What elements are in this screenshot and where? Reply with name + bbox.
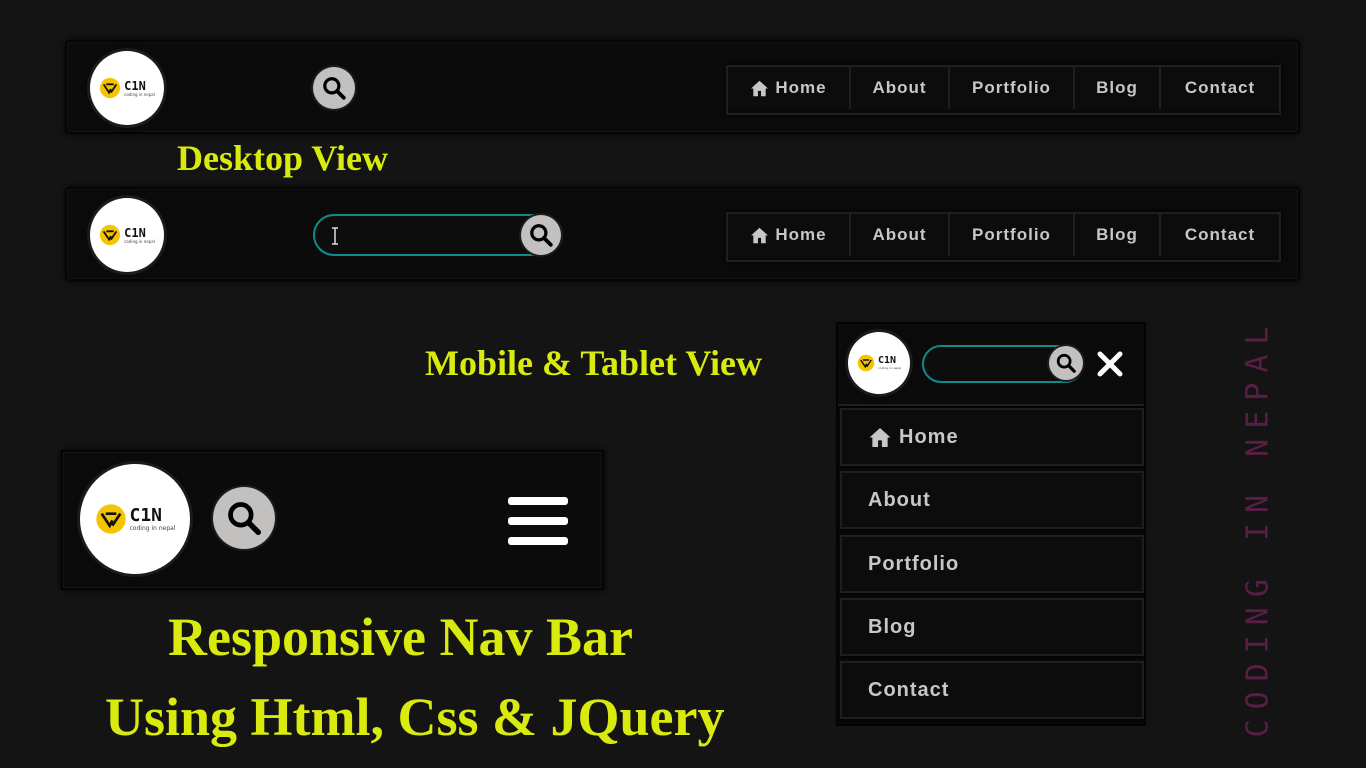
brand-logo[interactable]: C1N coding in nepal <box>90 198 164 272</box>
search-icon <box>1056 353 1076 373</box>
logo-text: C1N <box>129 504 163 526</box>
nav-item-contact[interactable]: Contact <box>1161 67 1279 109</box>
search-toggle-button[interactable] <box>313 67 355 109</box>
nav-item-label: Home <box>899 425 959 448</box>
mobile-navbar-collapsed: C1N coding in nepal <box>61 450 604 590</box>
logo-tagline: coding in nepal <box>878 366 901 370</box>
nav-item-about[interactable]: About <box>851 67 950 109</box>
nav-item-about[interactable]: About <box>840 471 1144 529</box>
logo-mark-icon <box>100 77 121 99</box>
brand-logo[interactable]: C1N coding in nepal <box>80 464 190 574</box>
search-submit-button[interactable] <box>1049 346 1083 380</box>
nav-item-label: Blog <box>1096 225 1138 244</box>
mobile-navbar-header: C1N coding in nepal <box>838 324 1144 406</box>
nav-item-about[interactable]: About <box>851 214 950 256</box>
logo-text: C1N <box>878 355 897 366</box>
logo-text: C1N <box>124 225 146 240</box>
nav-item-home[interactable]: Home <box>728 67 851 109</box>
nav-item-home[interactable]: Home <box>840 408 1144 466</box>
desktop-nav-menu: Home About Portfolio Blog Contact <box>726 65 1281 115</box>
nav-item-blog[interactable]: Blog <box>1075 67 1161 109</box>
nav-item-label: About <box>872 78 927 97</box>
hamburger-menu-icon[interactable] <box>507 495 569 549</box>
search-submit-button[interactable] <box>521 215 561 255</box>
mobile-navbar-expanded: C1N coding in nepal Home About Portfolio … <box>836 322 1146 726</box>
nav-item-label: Contact <box>868 678 950 701</box>
desktop-nav-menu: Home About Portfolio Blog Contact <box>726 212 1281 262</box>
search-icon <box>530 224 553 247</box>
nav-item-label: Contact <box>1184 225 1256 244</box>
logo-mark-icon <box>857 354 875 372</box>
home-icon <box>751 80 769 96</box>
nav-item-label: Home <box>775 225 827 244</box>
page-title-line2: Using Html, Css & JQuery <box>105 687 725 747</box>
home-icon <box>869 427 891 447</box>
brand-logo[interactable]: C1N coding in nepal <box>90 51 164 125</box>
nav-item-label: About <box>868 488 931 511</box>
nav-item-label: Home <box>775 78 827 97</box>
nav-item-label: Blog <box>868 615 917 638</box>
nav-item-blog[interactable]: Blog <box>840 598 1144 656</box>
desktop-navbar-collapsed-search: C1N coding in nepal Home About Portfolio … <box>65 40 1300 134</box>
watermark-text: CODING IN NEPAL <box>1240 316 1276 738</box>
desktop-navbar-expanded-search: C1N coding in nepal Home About Portfolio … <box>65 187 1300 281</box>
nav-item-contact[interactable]: Contact <box>1161 214 1279 256</box>
nav-item-label: About <box>872 225 927 244</box>
nav-item-label: Portfolio <box>972 225 1051 244</box>
search-icon <box>228 502 262 536</box>
page-title-line1: Responsive Nav Bar <box>168 607 634 667</box>
logo-tagline: coding in nepal <box>129 524 176 532</box>
logo-tagline: coding in nepal <box>124 238 155 244</box>
nav-item-home[interactable]: Home <box>728 214 851 256</box>
search-icon <box>323 77 346 100</box>
nav-item-portfolio[interactable]: Portfolio <box>840 535 1144 593</box>
nav-item-label: Portfolio <box>972 78 1051 97</box>
nav-item-label: Blog <box>1096 78 1138 97</box>
logo-tagline: coding in nepal <box>124 91 155 97</box>
search-toggle-button[interactable] <box>213 487 275 549</box>
logo-mark-icon <box>95 504 126 534</box>
home-icon <box>751 227 769 243</box>
brand-logo[interactable]: C1N coding in nepal <box>848 332 910 394</box>
desktop-view-label: Desktop View <box>177 138 389 178</box>
nav-item-label: Portfolio <box>868 552 960 575</box>
logo-text: C1N <box>124 78 146 93</box>
nav-item-portfolio[interactable]: Portfolio <box>950 214 1075 256</box>
nav-item-portfolio[interactable]: Portfolio <box>950 67 1075 109</box>
nav-item-label: Contact <box>1184 78 1256 97</box>
mobile-view-label: Mobile & Tablet View <box>425 343 763 383</box>
nav-item-contact[interactable]: Contact <box>840 661 1144 719</box>
text-cursor-icon <box>332 227 338 245</box>
close-icon[interactable] <box>1096 350 1124 378</box>
logo-mark-icon <box>100 224 121 246</box>
nav-item-blog[interactable]: Blog <box>1075 214 1161 256</box>
